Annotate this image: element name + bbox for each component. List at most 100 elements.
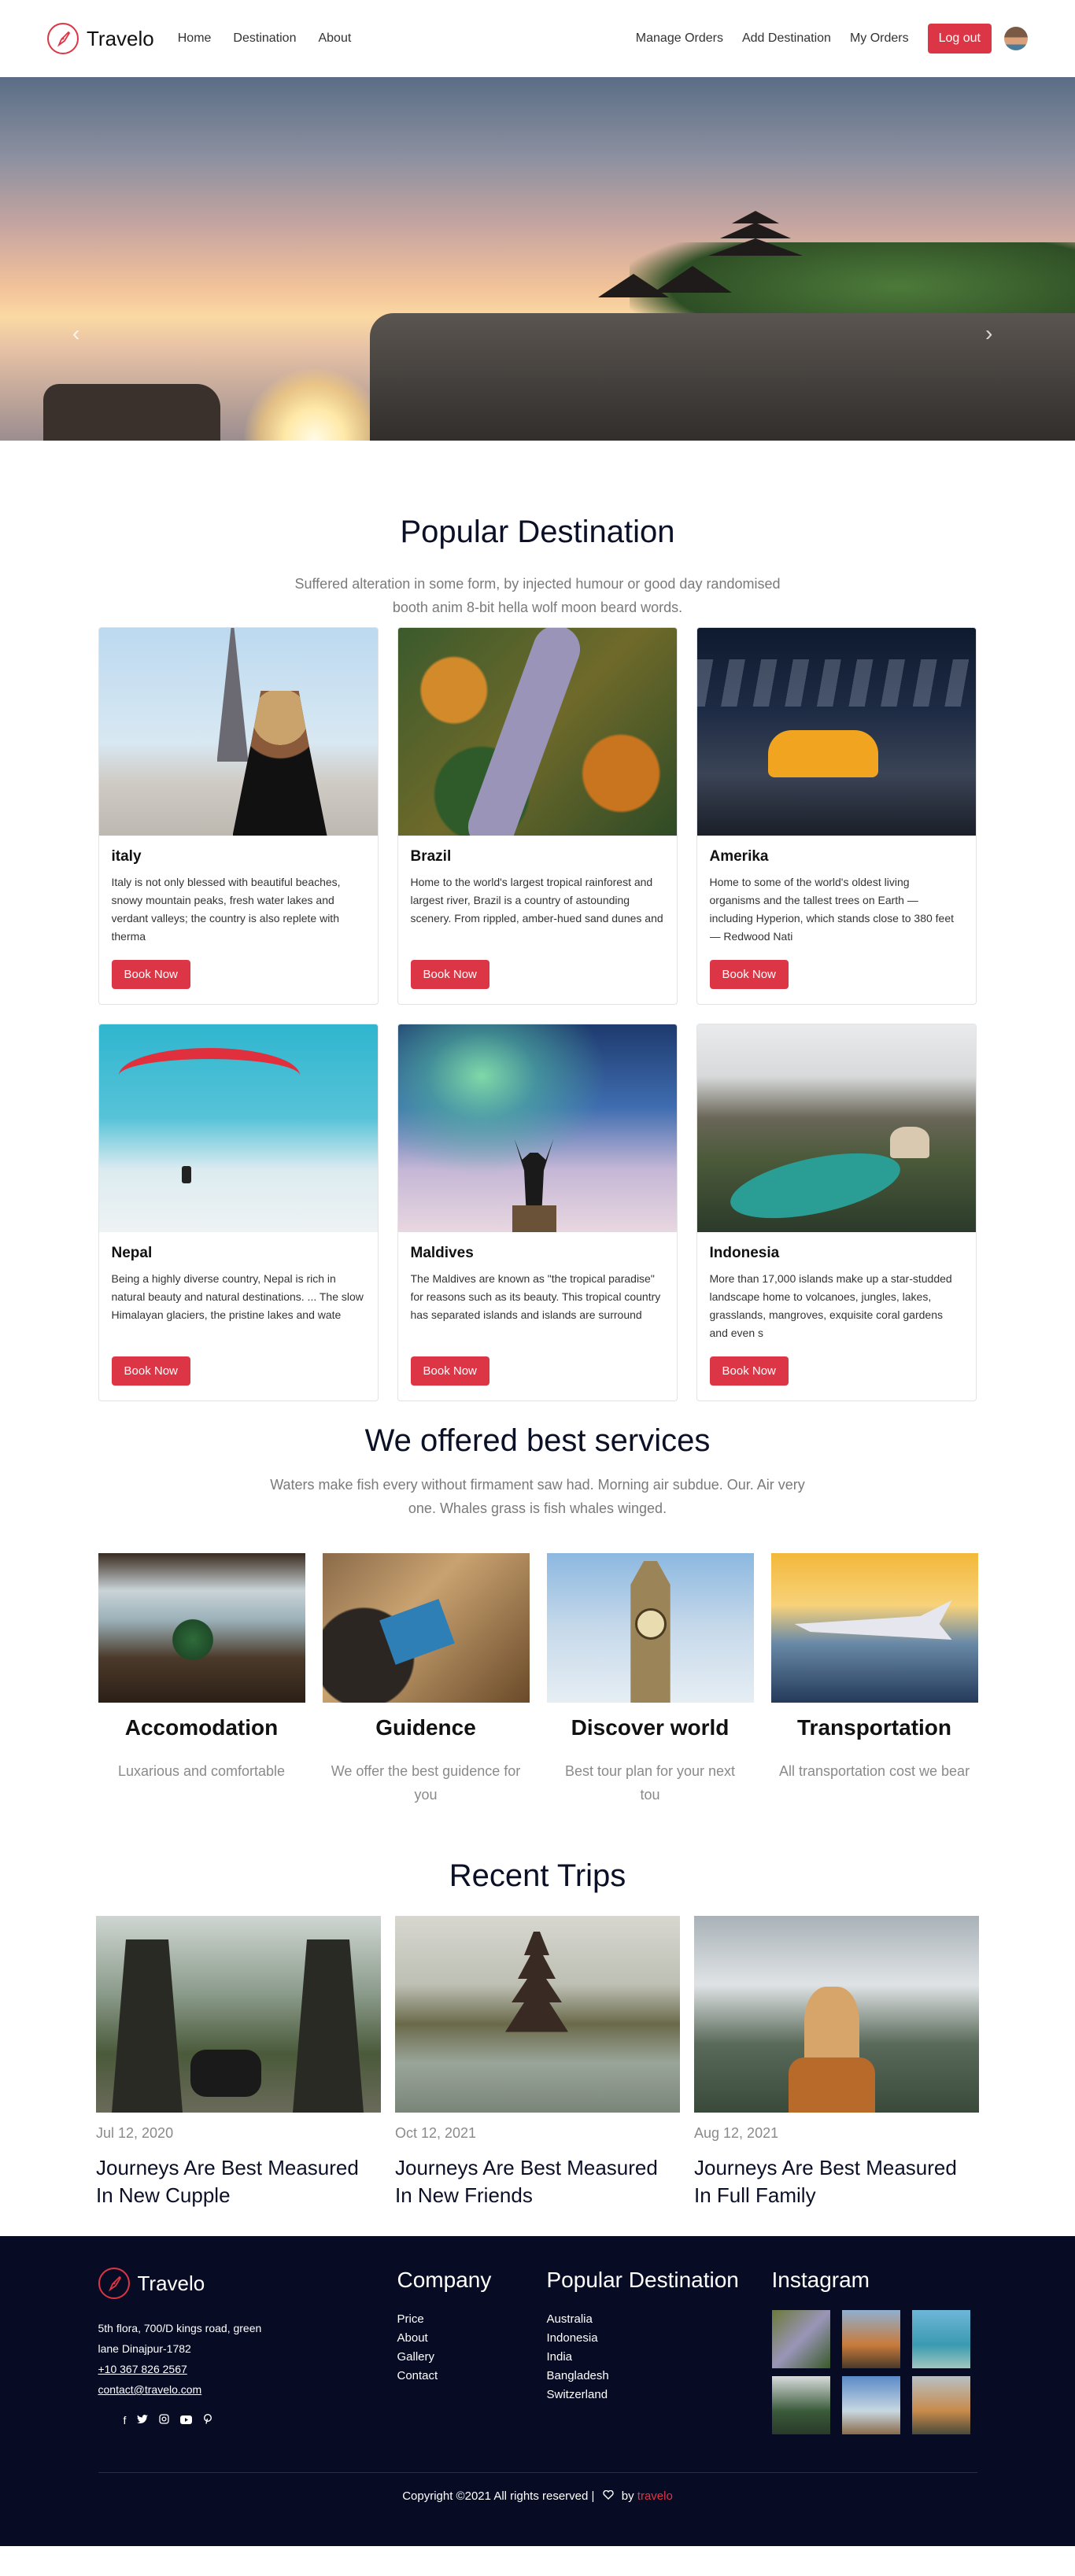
footer-instagram-heading: Instagram — [771, 2268, 870, 2292]
footer-link-india[interactable]: India — [547, 2348, 772, 2367]
blurred-lights — [696, 659, 976, 707]
clock-face — [634, 1608, 667, 1640]
service-title: Discover world — [571, 1715, 730, 1740]
destination-image — [696, 628, 976, 836]
destination-image — [98, 628, 378, 836]
pinterest-icon[interactable] — [203, 2413, 212, 2427]
service-item: Accomodation Luxarious and comfortable — [98, 1553, 305, 1807]
instagram-thumbnail[interactable] — [911, 2376, 970, 2434]
compass-logo-icon — [47, 23, 79, 54]
nav-home[interactable]: Home — [178, 31, 212, 46]
taxi-car — [767, 730, 878, 777]
footer-link-price[interactable]: Price — [397, 2310, 547, 2329]
service-title: Guidence — [375, 1715, 476, 1740]
service-description: Best tour plan for your next tou — [564, 1763, 736, 1803]
footer-link-contact[interactable]: Contact — [397, 2367, 547, 2386]
footer-brand-name: Travelo — [137, 2271, 205, 2295]
trip-card[interactable]: Aug 12, 2021 Journeys Are Best Measured … — [694, 1916, 979, 2209]
carousel-next-icon[interactable]: › — [985, 321, 992, 346]
avatar[interactable] — [1004, 27, 1028, 50]
trip-title[interactable]: Journeys Are Best Measured In Full Famil… — [694, 2154, 979, 2209]
nav-add-destination[interactable]: Add Destination — [742, 31, 831, 46]
destination-description: Home to the world's largest tropical rai… — [410, 876, 663, 924]
book-now-button[interactable]: Book Now — [111, 960, 190, 989]
paraglider-wing — [118, 1048, 300, 1103]
trip-title[interactable]: Journeys Are Best Measured In New Friend… — [395, 2154, 680, 2209]
lagoon — [724, 1140, 906, 1231]
twitter-icon[interactable] — [137, 2414, 149, 2427]
hero-carousel: ‹ › — [0, 77, 1075, 441]
instagram-thumbnail[interactable] — [771, 2310, 830, 2368]
footer-divider — [98, 2472, 977, 2473]
destination-name: Nepal — [111, 1245, 153, 1261]
service-title: Transportation — [796, 1715, 951, 1740]
pagoda — [505, 1932, 568, 2032]
book-now-button[interactable]: Book Now — [111, 1356, 190, 1386]
trip-title[interactable]: Journeys Are Best Measured In New Cupple — [96, 2154, 381, 2209]
footer-link-bangladesh[interactable]: Bangladesh — [547, 2367, 772, 2386]
heart-icon — [602, 2489, 614, 2503]
destination-image — [696, 1024, 976, 1232]
instagram-icon[interactable] — [159, 2414, 170, 2427]
facebook-icon[interactable]: f — [124, 2414, 127, 2427]
hero-cliff — [370, 313, 1075, 441]
footer-phone-link[interactable]: +10 367 826 2567 — [98, 2359, 397, 2379]
service-title: Accomodation — [124, 1715, 279, 1740]
hero-rock — [43, 384, 220, 441]
popular-title: Popular Destination — [400, 515, 675, 549]
trip-image — [395, 1916, 680, 2113]
recent-trips: Recent Trips Jul 12, 2020 Journeys Are B… — [0, 1807, 1075, 2209]
trip-card[interactable]: Oct 12, 2021 Journeys Are Best Measured … — [395, 1916, 680, 2209]
book-now-button[interactable]: Book Now — [410, 1356, 489, 1386]
footer-company-heading: Company — [397, 2268, 492, 2292]
nav-my-orders[interactable]: My Orders — [850, 31, 909, 46]
book-now-button[interactable]: Book Now — [709, 1356, 789, 1386]
trip-card[interactable]: Jul 12, 2020 Journeys Are Best Measured … — [96, 1916, 381, 2209]
logout-button[interactable]: Log out — [927, 24, 992, 54]
destination-card: Brazil Home to the world's largest tropi… — [397, 627, 678, 1005]
services-subtitle: Waters make fish every without firmament… — [270, 1477, 805, 1516]
trip-date: Oct 12, 2021 — [395, 2125, 477, 2141]
popular-destinations: Popular Destination Suffered alteration … — [0, 441, 1075, 1401]
hiker-backpack — [789, 2057, 875, 2113]
footer-link-australia[interactable]: Australia — [547, 2310, 772, 2329]
nav-manage-orders[interactable]: Manage Orders — [636, 31, 723, 46]
book-now-button[interactable]: Book Now — [410, 960, 489, 989]
youtube-icon[interactable] — [180, 2414, 193, 2427]
trips-grid: Jul 12, 2020 Journeys Are Best Measured … — [96, 1916, 979, 2209]
destination-description: Home to some of the world's oldest livin… — [709, 876, 955, 943]
instagram-thumbnail[interactable] — [841, 2310, 900, 2368]
footer-link-switzerland[interactable]: Switzerland — [547, 2386, 772, 2404]
copyright-brand-link[interactable]: travelo — [637, 2489, 673, 2503]
service-image — [322, 1553, 530, 1703]
destination-card: Nepal Being a highly diverse country, Ne… — [98, 1024, 379, 1401]
footer-brand[interactable]: Travelo — [98, 2268, 397, 2299]
footer-link-indonesia[interactable]: Indonesia — [547, 2329, 772, 2348]
instagram-thumbnail[interactable] — [841, 2376, 900, 2434]
services-grid: Accomodation Luxarious and comfortable G… — [98, 1553, 978, 1807]
service-description: We offer the best guidence for you — [331, 1763, 521, 1803]
service-image — [546, 1553, 754, 1703]
footer: Travelo 5th flora, 700/D kings road, gre… — [0, 2236, 1075, 2546]
nav-about[interactable]: About — [318, 31, 351, 46]
destination-card: Amerika Home to some of the world's olde… — [696, 627, 977, 1005]
instagram-thumbnail[interactable] — [911, 2310, 970, 2368]
brand[interactable]: Travelo — [47, 23, 154, 54]
destination-description: Being a highly diverse country, Nepal is… — [111, 1272, 364, 1321]
destination-card: italy Italy is not only blessed with bea… — [98, 627, 379, 1005]
trip-image — [96, 1916, 381, 2113]
footer-link-about[interactable]: About — [397, 2329, 547, 2348]
temple-roof — [720, 223, 791, 238]
book-now-button[interactable]: Book Now — [709, 960, 789, 989]
copyright-by: by — [621, 2489, 634, 2503]
footer-email-link[interactable]: contact@travelo.com — [98, 2379, 397, 2400]
service-image — [770, 1553, 978, 1703]
destination-card: Maldives The Maldives are known as "the … — [397, 1024, 678, 1401]
footer-link-gallery[interactable]: Gallery — [397, 2348, 547, 2367]
destination-image — [397, 1024, 677, 1232]
instagram-thumbnail[interactable] — [771, 2376, 830, 2434]
carousel-prev-icon[interactable]: ‹ — [72, 321, 79, 346]
brand-name: Travelo — [87, 26, 154, 50]
nav-destination[interactable]: Destination — [233, 31, 296, 46]
traveler-figure — [232, 691, 327, 836]
